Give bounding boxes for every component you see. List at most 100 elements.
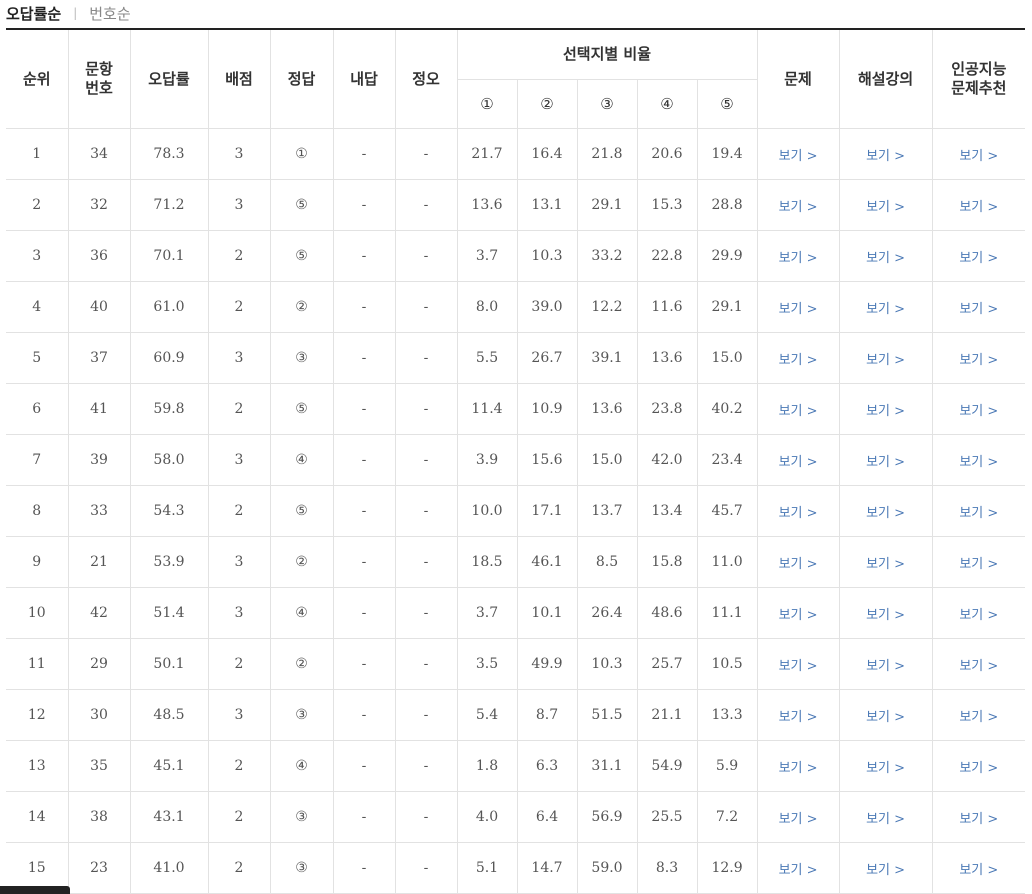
ai-recommend-view-link[interactable]: 보기 > [959,812,998,827]
lecture-view-link[interactable]: 보기 > [866,812,905,827]
choice-4-ratio-cell: 8.3 [636,842,698,894]
ai-recommend-view-link[interactable]: 보기 > [959,353,998,368]
wrong-rate-cell: 41.0 [129,842,209,894]
lecture-view-link[interactable]: 보기 > [866,302,905,317]
choice-1-ratio-cell: 8.0 [456,281,518,333]
choice-2-ratio-cell: 13.1 [516,179,578,231]
rank-cell: 8 [6,485,69,537]
rank-cell: 14 [6,791,69,843]
lecture-view-link[interactable]: 보기 > [866,200,905,215]
choice-4-ratio-cell: 22.8 [636,230,698,282]
ai-recommend-view-link[interactable]: 보기 > [959,506,998,521]
choice-1-ratio-cell: 5.5 [456,332,518,384]
ai-recommend-view-link[interactable]: 보기 > [959,863,998,878]
lecture-view-link[interactable]: 보기 > [866,761,905,776]
choice-3-ratio-cell: 13.6 [576,383,638,435]
ai-recommend-view-link[interactable]: 보기 > [959,404,998,419]
lecture-view-link[interactable]: 보기 > [866,251,905,266]
points-cell: 3 [207,434,271,486]
problem-view-link[interactable]: 보기 > [779,404,818,419]
lecture-view-link[interactable]: 보기 > [866,710,905,725]
ai-recommend-view-link[interactable]: 보기 > [959,200,998,215]
choice-2-ratio-cell: 6.3 [516,740,578,792]
lecture-view-link[interactable]: 보기 > [866,149,905,164]
problem-view-link[interactable]: 보기 > [779,608,818,623]
item-number-cell: 36 [67,230,131,282]
choice-3-ratio-cell: 21.8 [576,128,638,180]
lecture-view-link[interactable]: 보기 > [866,863,905,878]
points-cell: 2 [207,791,271,843]
lecture-view-link[interactable]: 보기 > [866,608,905,623]
problem-view-cell: 보기 > [756,689,840,741]
lecture-view-cell: 보기 > [838,434,933,486]
choice-2-ratio-cell: 14.7 [516,842,578,894]
problem-view-link[interactable]: 보기 > [779,863,818,878]
correct-wrong-cell: - [394,179,458,231]
problem-view-cell: 보기 > [756,434,840,486]
ai-recommend-view-link[interactable]: 보기 > [959,251,998,266]
problem-view-link[interactable]: 보기 > [779,251,818,266]
choice-3-ratio-cell: 8.5 [576,536,638,588]
ai-recommend-view-link[interactable]: 보기 > [959,455,998,470]
correct-wrong-cell: - [394,536,458,588]
ai-recommend-view-link[interactable]: 보기 > [959,710,998,725]
choice-4-ratio-cell: 23.8 [636,383,698,435]
item-number-cell: 29 [67,638,131,690]
problem-view-link[interactable]: 보기 > [779,659,818,674]
ai-recommend-view-link[interactable]: 보기 > [959,761,998,776]
ai-recommend-view-cell: 보기 > [931,587,1026,639]
choice-1-ratio-cell: 10.0 [456,485,518,537]
problem-view-link[interactable]: 보기 > [779,812,818,827]
lecture-view-link[interactable]: 보기 > [866,659,905,674]
problem-view-link[interactable]: 보기 > [779,455,818,470]
answer-cell: ③ [269,332,334,384]
rank-cell: 10 [6,587,69,639]
lecture-view-link[interactable]: 보기 > [866,506,905,521]
item-number-cell: 30 [67,689,131,741]
ai-recommend-view-cell: 보기 > [931,128,1026,180]
ai-recommend-view-link[interactable]: 보기 > [959,557,998,572]
ai-recommend-view-link[interactable]: 보기 > [959,302,998,317]
choice-1-ratio-cell: 3.7 [456,587,518,639]
lecture-view-cell: 보기 > [838,281,933,333]
problem-view-link[interactable]: 보기 > [779,557,818,572]
problem-view-link[interactable]: 보기 > [779,200,818,215]
answer-cell: ④ [269,434,334,486]
lecture-view-link[interactable]: 보기 > [866,455,905,470]
problem-view-cell: 보기 > [756,791,840,843]
choice-4-ratio-cell: 20.6 [636,128,698,180]
tooltip-fragment [0,886,70,894]
problem-view-link[interactable]: 보기 > [779,710,818,725]
my-answer-cell: - [332,281,396,333]
wrong-rate-cell: 60.9 [129,332,209,384]
lecture-view-cell: 보기 > [838,587,933,639]
header-answer: 정답 [269,28,334,129]
ai-recommend-view-link[interactable]: 보기 > [959,608,998,623]
lecture-view-link[interactable]: 보기 > [866,404,905,419]
choice-4-ratio-cell: 15.8 [636,536,698,588]
lecture-view-link[interactable]: 보기 > [866,353,905,368]
ai-recommend-view-link[interactable]: 보기 > [959,149,998,164]
answer-cell: ⑤ [269,230,334,282]
problem-view-link[interactable]: 보기 > [779,302,818,317]
choice-5-ratio-cell: 29.1 [696,281,758,333]
answer-cell: ③ [269,791,334,843]
problem-view-cell: 보기 > [756,179,840,231]
choice-1-ratio-cell: 11.4 [456,383,518,435]
table-row: 2 32 71.2 3 ⑤ - -13.6 13.1 29.1 15.3 28.8 보기 > 보기 > 보… [6,179,1026,231]
ai-recommend-view-link[interactable]: 보기 > [959,659,998,674]
tab-number-order[interactable]: 번호순 [89,3,130,24]
problem-view-link[interactable]: 보기 > [779,149,818,164]
lecture-view-link[interactable]: 보기 > [866,557,905,572]
lecture-view-cell: 보기 > [838,128,933,180]
choice-2-ratio-cell: 6.4 [516,791,578,843]
item-number-cell: 21 [67,536,131,588]
choice-4-ratio-cell: 42.0 [636,434,698,486]
wrong-rate-cell: 78.3 [129,128,209,180]
choice-5-ratio-cell: 11.0 [696,536,758,588]
header-choice-3: ③ [576,79,638,129]
problem-view-link[interactable]: 보기 > [779,761,818,776]
tab-wrong-rate-order[interactable]: 오답률순 [6,3,61,24]
problem-view-link[interactable]: 보기 > [779,506,818,521]
problem-view-link[interactable]: 보기 > [779,353,818,368]
